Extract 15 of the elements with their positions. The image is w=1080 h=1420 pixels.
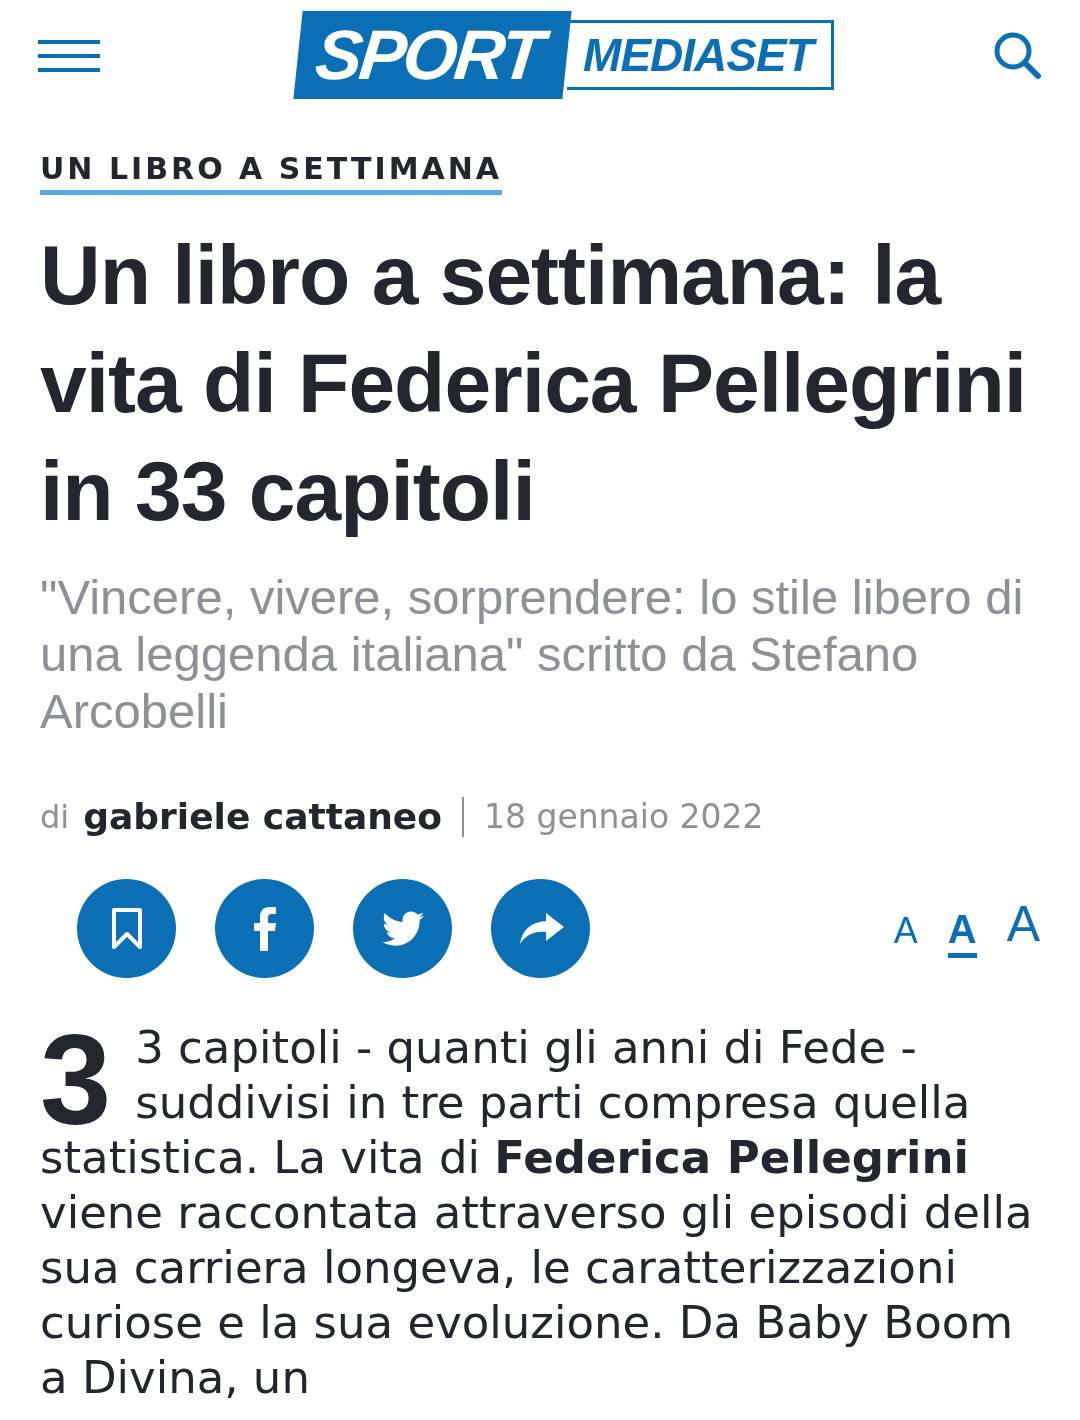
bookmark-icon: [109, 906, 144, 951]
share-icon: [517, 912, 564, 945]
article-title: Un libro a settimana: la vita di Federica Pellegrini in 33 capitoli: [40, 227, 1028, 540]
bird-icon: [381, 910, 424, 947]
font-size-option[interactable]: A: [893, 913, 918, 958]
section-label[interactable]: UN LIBRO A SETTIMANA: [40, 150, 503, 195]
facebook-icon: [252, 906, 277, 951]
byline-prefix: di: [40, 797, 70, 836]
author-name[interactable]: gabriele cattaneo: [83, 796, 442, 837]
publish-date: 18 gennaio 2022: [483, 797, 764, 836]
search-icon[interactable]: [992, 30, 1042, 80]
menu-icon[interactable]: [38, 38, 100, 74]
font-size-option[interactable]: A: [1006, 899, 1040, 958]
font-size-option[interactable]: A: [947, 909, 977, 958]
article-subtitle: "Vincere, vivere, sorprendere: lo stile libero di una leggenda italiana" scritto da Stefano Arcobelli: [40, 569, 1025, 740]
